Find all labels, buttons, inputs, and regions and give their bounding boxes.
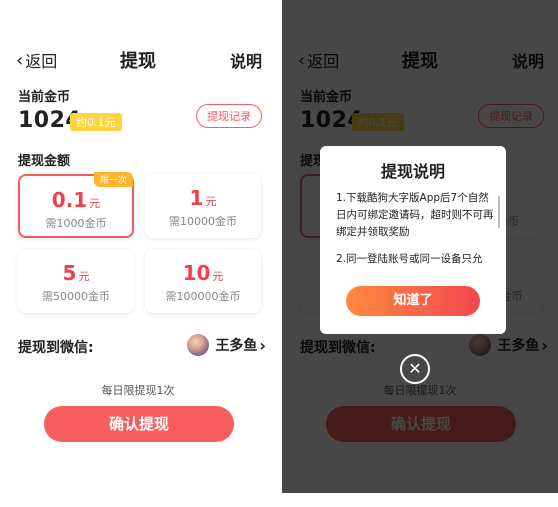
withdraw-screen-dialog: ‹ 返回 提现 说明 当前金币 1024 约0.1元 提现记录 提现金额 0.1… xyxy=(282,0,558,493)
avatar xyxy=(187,334,210,356)
got-it-button[interactable]: 知道了 xyxy=(346,286,480,316)
amount-option-10[interactable]: 10元 需100000金币 xyxy=(145,249,261,313)
nav-header: ‹ 返回 提现 说明 xyxy=(0,44,276,74)
dialog-rule-2: 2.同一登陆账号或同一设备只允 xyxy=(336,253,483,265)
option-cost: 需50000金币 xyxy=(42,290,110,303)
dialog-rule-1: 1.下载酷狗大字版App后7个自然日内可绑定邀请码，超时则不可再绑定并领取奖励 xyxy=(336,192,494,238)
amount-option-5[interactable]: 5元 需50000金币 xyxy=(18,249,134,313)
confirm-withdraw-button[interactable]: 确认提现 xyxy=(44,406,234,442)
option-amount: 0.1元 xyxy=(51,188,101,212)
chevron-right-icon: › xyxy=(259,335,266,355)
wechat-account-row[interactable]: 提现到微信: 王多鱼 › xyxy=(0,334,276,358)
close-circle-icon[interactable]: ✕ xyxy=(400,354,430,384)
dialog-body[interactable]: 1.下载酷狗大字版App后7个自然日内可绑定邀请码，超时则不可再绑定并领取奖励 … xyxy=(336,190,494,282)
amount-option-1[interactable]: 1元 需10000金币 xyxy=(145,174,261,238)
option-amount: 1元 xyxy=(189,186,217,210)
option-cost: 需100000金币 xyxy=(165,290,241,303)
approx-badge: 约0.1元 xyxy=(70,113,122,131)
dialog-title: 提现说明 xyxy=(380,162,445,181)
dialog-scrollbar[interactable] xyxy=(498,196,500,228)
option-cost: 需10000金币 xyxy=(169,215,237,228)
amount-label: 提现金额 xyxy=(18,154,71,169)
option-amount: 10元 xyxy=(182,261,224,285)
explain-button[interactable]: 说明 xyxy=(230,48,262,72)
wechat-username: 王多鱼 xyxy=(215,338,258,354)
withdraw-record-button[interactable]: 提现记录 xyxy=(196,104,262,128)
balance-label: 当前金币 xyxy=(18,90,71,105)
explanation-dialog: 提现说明 1.下载酷狗大字版App后7个自然日内可绑定邀请码，超时则不可再绑定并… xyxy=(320,146,506,334)
withdraw-screen: ‹ 返回 提现 说明 当前金币 1024 约0.1元 提现记录 提现金额 限一次… xyxy=(0,0,276,493)
option-amount: 5元 xyxy=(62,261,90,285)
amount-option-0.1[interactable]: 限一次 0.1 元 需1000金币 xyxy=(18,172,134,238)
daily-limit-text: 每日限提现1次 xyxy=(101,384,175,397)
wechat-user[interactable]: 王多鱼 › xyxy=(187,334,266,356)
once-tag: 限一次 xyxy=(93,172,133,187)
wechat-label: 提现到微信: xyxy=(18,340,94,356)
option-cost: 需1000金币 xyxy=(45,217,107,230)
